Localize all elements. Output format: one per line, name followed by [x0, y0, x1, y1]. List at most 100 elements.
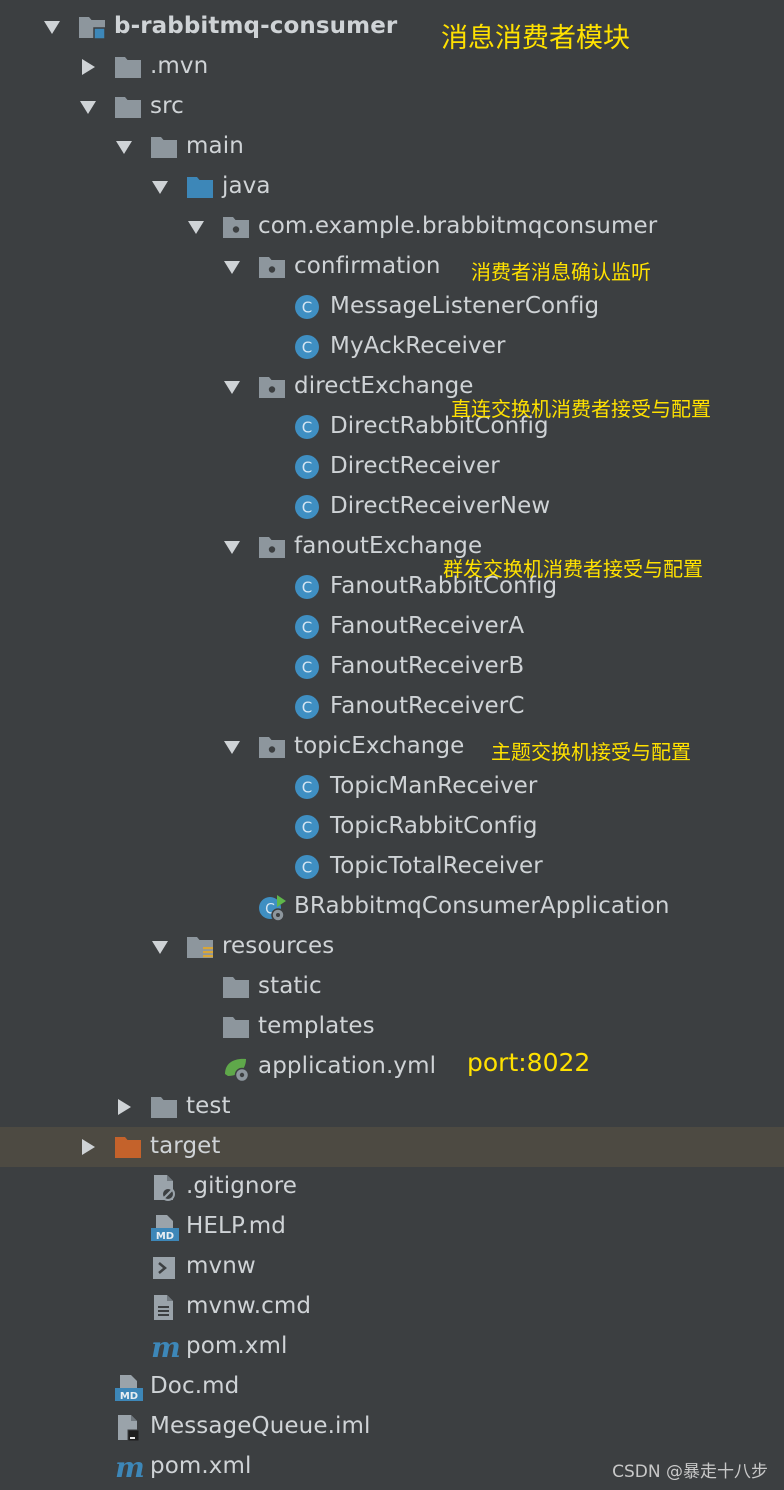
- tree-row-mvnw-cmd[interactable]: mvnw.cmd: [0, 1287, 784, 1327]
- tree-row-fanoutreceiverc[interactable]: C FanoutReceiverC: [0, 687, 784, 727]
- tree-item-label: directExchange: [294, 373, 474, 399]
- tree-row-fanoutreceivera[interactable]: C FanoutReceiverA: [0, 607, 784, 647]
- tree-item-label: FanoutReceiverA: [330, 613, 525, 639]
- tree-item-label: HELP.md: [186, 1213, 286, 1239]
- java-class-icon: C: [294, 494, 322, 520]
- expand-arrow-down-icon[interactable]: [150, 937, 170, 957]
- tree-row-fanoutreceiverb[interactable]: C FanoutReceiverB: [0, 647, 784, 687]
- expand-arrow-down-icon[interactable]: [222, 737, 242, 757]
- tree-row-directreceivernew[interactable]: C DirectReceiverNew: [0, 487, 784, 527]
- tree-item-label: topicExchange: [294, 733, 465, 759]
- svg-text:m: m: [115, 1454, 145, 1482]
- tree-row-src[interactable]: src: [0, 87, 784, 127]
- expand-arrow-down-icon[interactable]: [42, 17, 62, 37]
- expand-arrow-down-icon[interactable]: [222, 257, 242, 277]
- tree-row-pom-xml[interactable]: m pom.xml: [0, 1327, 784, 1367]
- tree-row-topicmanreceiver[interactable]: C TopicManReceiver: [0, 767, 784, 807]
- package-icon: [258, 254, 286, 280]
- java-class-icon: C: [294, 694, 322, 720]
- tree-row-directreceiver[interactable]: C DirectReceiver: [0, 447, 784, 487]
- tree-item-label: BRabbitmqConsumerApplication: [294, 893, 670, 919]
- java-class-icon: C: [294, 294, 322, 320]
- folder-icon: [114, 54, 142, 80]
- annotation-port: port:8022: [467, 1048, 591, 1077]
- svg-text:C: C: [302, 659, 312, 677]
- expand-arrow-down-icon[interactable]: [186, 217, 206, 237]
- tree-item-label: MessageQueue.iml: [150, 1413, 371, 1439]
- expand-arrow-down-icon[interactable]: [150, 177, 170, 197]
- tree-row-mvn[interactable]: .mvn: [0, 47, 784, 87]
- tree-item-label: pom.xml: [150, 1453, 252, 1479]
- tree-item-label: templates: [258, 1013, 375, 1039]
- tree-row-doc-md[interactable]: MD Doc.md: [0, 1367, 784, 1407]
- tree-item-label: DirectReceiverNew: [330, 493, 551, 519]
- tree-item-label: confirmation: [294, 253, 441, 279]
- tree-row-mvnw[interactable]: mvnw: [0, 1247, 784, 1287]
- annotation-fanout-exchange: 群发交换机消费者接受与配置: [443, 557, 703, 581]
- tree-item-label: mvnw: [186, 1253, 256, 1279]
- tree-row-main[interactable]: main: [0, 127, 784, 167]
- tree-row-gitignore[interactable]: .gitignore: [0, 1167, 784, 1207]
- svg-text:MD: MD: [156, 1231, 174, 1242]
- tree-row-brabbitmqconsumerapplication[interactable]: C BRabbitmqConsumerApplication: [0, 887, 784, 927]
- folder-icon: [222, 974, 250, 1000]
- expand-arrow-down-icon[interactable]: [222, 537, 242, 557]
- tree-item-label: src: [150, 93, 184, 119]
- spring-config-icon: [222, 1054, 250, 1083]
- tree-row-java[interactable]: java: [0, 167, 784, 207]
- package-icon: [258, 734, 286, 760]
- java-class-icon: C: [294, 774, 322, 800]
- tree-row-com-example-brabbitmqconsumer[interactable]: com.example.brabbitmqconsumer: [0, 207, 784, 247]
- tree-item-label: test: [186, 1093, 231, 1119]
- text-file-icon: [150, 1294, 178, 1320]
- tree-row-templates[interactable]: templates: [0, 1007, 784, 1047]
- tree-row-messagequeue-iml[interactable]: MessageQueue.iml: [0, 1407, 784, 1447]
- tree-row-b-rabbitmq-consumer[interactable]: b-rabbitmq-consumer: [0, 7, 784, 47]
- tree-row-resources[interactable]: resources: [0, 927, 784, 967]
- package-icon: [258, 534, 286, 560]
- tree-item-label: TopicRabbitConfig: [330, 813, 538, 839]
- collapse-arrow-right-icon[interactable]: [78, 57, 98, 77]
- excluded-folder-icon: [114, 1134, 142, 1160]
- tree-row-myackreceiver[interactable]: C MyAckReceiver: [0, 327, 784, 367]
- java-class-icon: C: [294, 414, 322, 440]
- tree-item-label: static: [258, 973, 322, 999]
- expand-arrow-down-icon[interactable]: [114, 137, 134, 157]
- svg-text:C: C: [302, 819, 312, 837]
- maven-icon: m: [114, 1451, 145, 1484]
- annotation-confirmation: 消费者消息确认监听: [471, 260, 651, 284]
- collapse-arrow-right-icon[interactable]: [114, 1097, 134, 1117]
- collapse-arrow-right-icon[interactable]: [78, 1137, 98, 1157]
- tree-item-label: TopicTotalReceiver: [330, 853, 543, 879]
- tree-row-test[interactable]: test: [0, 1087, 784, 1127]
- tree-item-label: MyAckReceiver: [330, 333, 506, 359]
- expand-arrow-down-icon[interactable]: [78, 97, 98, 117]
- source-folder-icon: [186, 174, 214, 200]
- tree-row-topicrabbitconfig[interactable]: C TopicRabbitConfig: [0, 807, 784, 847]
- tree-row-messagelistenerconfig[interactable]: C MessageListenerConfig: [0, 287, 784, 327]
- tree-row-confirmation[interactable]: confirmation: [0, 247, 784, 287]
- tree-row-help-md[interactable]: MD HELP.md: [0, 1207, 784, 1247]
- markdown-file-icon: MD: [150, 1214, 179, 1242]
- svg-text:C: C: [302, 499, 312, 517]
- tree-item-label: b-rabbitmq-consumer: [114, 13, 398, 39]
- svg-text:m: m: [151, 1334, 181, 1362]
- svg-text:MD: MD: [120, 1391, 138, 1402]
- expand-arrow-down-icon[interactable]: [222, 377, 242, 397]
- resources-folder-icon: [186, 934, 214, 960]
- folder-icon: [222, 1014, 250, 1040]
- tree-row-static[interactable]: static: [0, 967, 784, 1007]
- tree-item-label: FanoutReceiverB: [330, 653, 525, 679]
- tree-row-target[interactable]: target: [0, 1127, 784, 1167]
- svg-text:C: C: [302, 619, 312, 637]
- tree-item-label: main: [186, 133, 244, 159]
- svg-text:C: C: [302, 699, 312, 717]
- shell-script-icon: [150, 1254, 178, 1280]
- java-class-icon: C: [294, 854, 322, 880]
- ignore-file-icon: [150, 1174, 178, 1201]
- tree-item-label: Doc.md: [150, 1373, 240, 1399]
- tree-row-topictotalreceiver[interactable]: C TopicTotalReceiver: [0, 847, 784, 887]
- tree-row-application-yml[interactable]: application.yml: [0, 1047, 784, 1087]
- folder-icon: [150, 134, 178, 160]
- markdown-file-icon: MD: [114, 1374, 143, 1402]
